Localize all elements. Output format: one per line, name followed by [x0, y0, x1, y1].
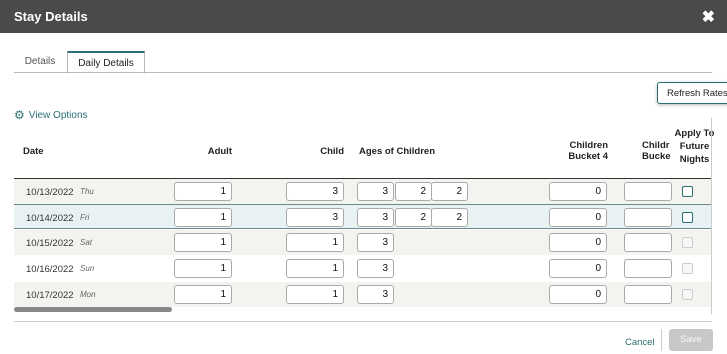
close-icon[interactable]: ✖ — [702, 7, 715, 27]
table-row: 10/17/2022 Mon 1 1 3 0 — [14, 282, 712, 307]
table-row: 10/13/2022 Thu 1 3 3 2 2 0 — [14, 179, 712, 204]
date-cell: 10/16/2022 — [26, 264, 74, 275]
cancel-button[interactable]: Cancel — [625, 337, 655, 348]
bucket5-input[interactable] — [624, 182, 672, 201]
column-header-apply: Apply To Future Nights — [674, 128, 715, 165]
child-age-input[interactable]: 3 — [357, 233, 394, 252]
child-age-input[interactable]: 2 — [431, 208, 468, 227]
apply-future-checkbox[interactable] — [682, 186, 693, 197]
child-age-input[interactable]: 2 — [395, 182, 432, 201]
view-options-link[interactable]: ⚙ View Options — [14, 108, 88, 122]
bucket4-input[interactable]: 0 — [549, 285, 607, 304]
child-input[interactable]: 1 — [286, 233, 344, 252]
date-cell: 10/13/2022 — [26, 187, 74, 198]
child-age-input[interactable]: 3 — [357, 285, 394, 304]
day-cell: Mon — [80, 290, 96, 299]
save-button[interactable]: Save — [669, 329, 713, 351]
adult-input[interactable]: 1 — [174, 285, 232, 304]
child-age-input[interactable]: 2 — [431, 182, 468, 201]
child-input[interactable]: 1 — [286, 259, 344, 278]
table-row: 10/15/2022 Sat 1 1 3 0 — [14, 230, 712, 255]
day-cell: Sun — [80, 264, 95, 273]
child-age-input[interactable]: 3 — [357, 259, 394, 278]
apply-future-checkbox — [682, 289, 693, 300]
bucket5-input[interactable] — [624, 259, 672, 278]
table-row: 10/14/2022 Fri 1 3 3 2 2 0 — [14, 204, 712, 229]
adult-input[interactable]: 1 — [174, 259, 232, 278]
gear-icon: ⚙ — [14, 108, 25, 122]
day-cell: Thu — [80, 187, 94, 196]
bucket4-input[interactable]: 0 — [549, 259, 607, 278]
adult-input[interactable]: 1 — [174, 233, 232, 252]
child-input[interactable]: 3 — [286, 182, 344, 201]
apply-future-checkbox[interactable] — [682, 212, 693, 223]
column-header-child: Child — [320, 146, 344, 157]
bucket4-input[interactable]: 0 — [549, 208, 607, 227]
table-right-border — [711, 118, 712, 314]
column-header-ages: Ages of Children — [359, 146, 436, 157]
child-age-input[interactable]: 2 — [395, 208, 432, 227]
bucket5-input[interactable] — [624, 233, 672, 252]
child-input[interactable]: 1 — [286, 285, 344, 304]
adult-input[interactable]: 1 — [174, 208, 232, 227]
day-cell: Fri — [80, 213, 90, 222]
adult-input[interactable]: 1 — [174, 182, 232, 201]
dialog-title: Stay Details — [14, 9, 88, 24]
view-options-label: View Options — [28, 110, 88, 121]
tab-divider — [14, 72, 712, 73]
child-input[interactable]: 3 — [286, 208, 344, 227]
date-cell: 10/15/2022 — [26, 238, 74, 249]
apply-future-checkbox — [682, 237, 693, 248]
footer-separator — [661, 329, 662, 351]
apply-future-checkbox — [682, 263, 693, 274]
footer-divider — [14, 321, 712, 322]
day-cell: Sat — [80, 238, 93, 247]
table-row: 10/16/2022 Sun 1 1 3 0 — [14, 256, 712, 281]
bucket5-input[interactable] — [624, 208, 672, 227]
column-header-bucket4: Children Bucket 4 — [568, 140, 608, 162]
column-header-bucket5: Childr Bucke — [642, 140, 671, 162]
child-age-input[interactable]: 3 — [357, 182, 394, 201]
title-bar: Stay Details ✖ — [0, 0, 727, 33]
column-header-date: Date — [23, 146, 44, 157]
column-header-adult: Adult — [207, 146, 232, 157]
horizontal-scrollbar[interactable] — [14, 307, 172, 312]
tab-daily-details[interactable]: Daily Details — [67, 51, 145, 74]
bucket4-input[interactable]: 0 — [549, 182, 607, 201]
date-cell: 10/17/2022 — [26, 290, 74, 301]
child-age-input[interactable]: 3 — [357, 208, 394, 227]
refresh-rates-button[interactable]: Refresh Rates — [657, 82, 727, 104]
bucket4-input[interactable]: 0 — [549, 233, 607, 252]
date-cell: 10/14/2022 — [26, 213, 74, 224]
bucket5-input[interactable] — [624, 285, 672, 304]
tab-details[interactable]: Details — [14, 51, 66, 72]
